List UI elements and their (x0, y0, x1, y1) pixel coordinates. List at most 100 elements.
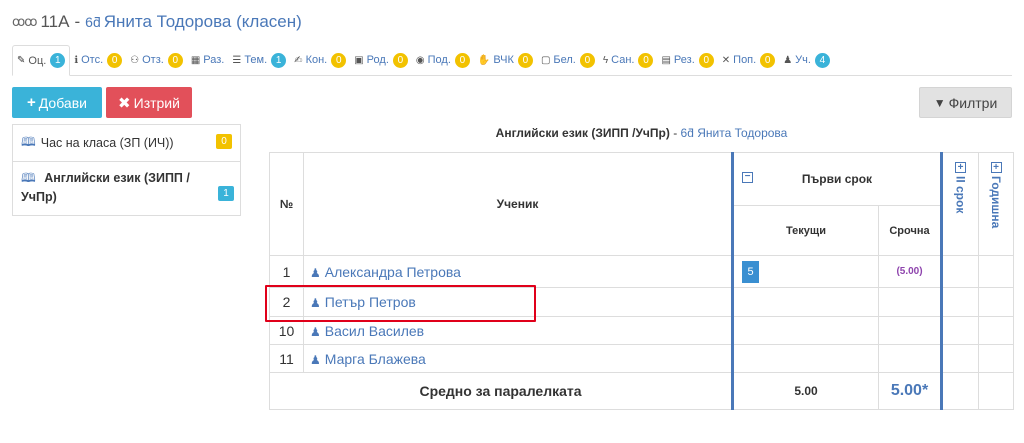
results-icon: ▤ (661, 54, 671, 66)
tab-label: Раз. (203, 54, 225, 66)
class-teacher-link[interactable]: Янита Тодорова (класен) (104, 12, 302, 32)
student-icon: ♟ (310, 265, 321, 280)
glasses-icon: 6ƌ (85, 14, 101, 30)
tab-label: Сан. (611, 54, 635, 66)
term-grade-cell[interactable] (878, 344, 942, 373)
delete-button[interactable]: ✖ Изтрий (106, 87, 192, 118)
tab-count-badge: 1 (50, 53, 66, 68)
expand-icon[interactable]: + (955, 162, 966, 173)
tab-support[interactable]: ◉ Под. 0 (412, 45, 474, 75)
grades-table: № Ученик − Първи срок + II срок + Годишн… (269, 152, 1014, 410)
tab-schedule[interactable]: ▦ Раз. (187, 45, 229, 75)
subject-item[interactable]: 🕮 Час на класа (ЗП (ИЧ)) 0 (12, 124, 241, 162)
tab-label: Оц. (28, 54, 47, 67)
tab-topics[interactable]: ☰ Тем. 1 (228, 45, 290, 75)
tab-absences[interactable]: ℹ Отс. 0 (70, 45, 126, 75)
info-circle-icon: ℹ (74, 54, 79, 66)
year-header[interactable]: + Годишна (978, 152, 1014, 256)
second-term-header[interactable]: + II срок (940, 152, 979, 256)
student-icon: ♟ (310, 352, 321, 367)
tab-grades[interactable]: ✎ Оц. 1 (12, 45, 71, 76)
tab-corrections[interactable]: ✕ Поп. 0 (718, 45, 779, 75)
second-term-label: II срок (953, 176, 968, 214)
tab-label: Поп. (733, 54, 757, 66)
current-grades-cell[interactable] (731, 344, 879, 373)
add-button[interactable]: + Добави (12, 87, 102, 118)
student-cell[interactable]: ♟ Марга Блажева (303, 344, 733, 373)
tab-count-badge: 4 (814, 52, 830, 68)
row-highlight-box (265, 285, 536, 322)
calendar-icon: ▣ (354, 54, 364, 66)
student-icon: ♟ (783, 54, 793, 66)
tab-sanctions[interactable]: ϟ Сан. 0 (599, 45, 658, 75)
tools-icon: ✕ (721, 54, 731, 66)
grade-badge[interactable]: 5 (742, 260, 759, 283)
subject-label: Час на класа (ЗП (ИЧ)) (40, 136, 174, 150)
tab-label: Рез. (673, 54, 695, 66)
class-icon: ꝏꝏ (12, 14, 38, 29)
tab-vchk[interactable]: ✋ ВЧК 0 (474, 45, 537, 75)
class-average-term: 5.00* (878, 372, 942, 410)
expand-icon[interactable]: + (990, 162, 1002, 173)
tab-label: Отз. (142, 54, 164, 66)
grades-table-title: Английски език (ЗИПП /УчПр) - 6ƌ Янита Т… (270, 126, 1013, 140)
tab-label: Кон. (305, 54, 328, 66)
second-term-cell[interactable] (940, 287, 979, 317)
glasses-icon: 6ƌ (680, 126, 694, 140)
student-name: Александра Петрова (324, 263, 461, 280)
tab-label: Уч. (795, 54, 811, 66)
student-name: Марга Блажева (324, 350, 426, 367)
tab-count-badge: 0 (698, 52, 714, 68)
subject-item-active[interactable]: 🕮 Английски език (ЗИПП / УчПр) (12, 162, 241, 216)
tab-results[interactable]: ▤ Рез. 0 (657, 45, 717, 75)
award-icon: ⚇ (130, 54, 140, 66)
tab-count-badge: 0 (760, 52, 776, 68)
handshake-icon: ✋ (477, 54, 491, 66)
tab-count-badge: 0 (454, 52, 470, 68)
tab-feedback[interactable]: ⚇ Отз. 0 (126, 45, 187, 75)
second-term-cell[interactable] (940, 344, 979, 373)
tab-parents[interactable]: ▣ Род. 0 (350, 45, 412, 75)
tab-count-badge: 0 (392, 52, 408, 68)
current-grades-cell[interactable]: 5 (731, 255, 879, 288)
tab-count-badge: 0 (579, 52, 595, 68)
collapse-icon[interactable]: − (742, 172, 753, 183)
year-cell[interactable] (978, 255, 1014, 288)
tab-students[interactable]: ♟ Уч. 4 (779, 45, 834, 75)
table-subject: Английски език (ЗИПП /УчПр) (495, 126, 670, 140)
tab-label: Отс. (81, 54, 104, 66)
tab-bar: ✎ Оц. 1 ℹ Отс. 0 ⚇ Отз. 0 ▦ Раз. ☰ Тем. … (12, 44, 1012, 76)
term-grade-cell[interactable] (878, 316, 942, 345)
edit-icon: ✍ (294, 54, 303, 66)
student-cell[interactable]: ♟ Александра Петрова (303, 255, 733, 288)
title-separator: - (673, 126, 678, 140)
row-number: 1 (269, 255, 304, 288)
year-cell[interactable] (978, 287, 1014, 317)
term-grade-cell[interactable]: (5.00) (878, 255, 942, 288)
tab-tests[interactable]: ✍ Кон. 0 (290, 45, 350, 75)
second-term-cell[interactable] (940, 316, 979, 345)
current-grades-cell[interactable] (731, 316, 879, 345)
term-grade-cell[interactable] (878, 287, 942, 317)
add-button-label: Добави (38, 94, 87, 111)
class-average-second-term (940, 372, 979, 410)
tab-label: Род. (366, 54, 389, 66)
filter-button[interactable]: ▼ Филтри (919, 87, 1012, 118)
list-icon: ☰ (232, 54, 242, 66)
page-header: ꝏꝏ 11А - 6ƌ Янита Тодорова (класен) (12, 10, 302, 34)
year-cell[interactable] (978, 316, 1014, 345)
second-term-cell[interactable] (940, 255, 979, 288)
column-header-current: Текущи (731, 205, 879, 256)
year-cell[interactable] (978, 344, 1014, 373)
tab-count-badge: 0 (331, 52, 347, 68)
eye-slash-icon: ◉ (415, 54, 425, 66)
class-average-year (978, 372, 1014, 410)
tab-label: Бел. (553, 54, 576, 66)
filter-icon: ▼ (933, 95, 946, 110)
current-grades-cell[interactable] (731, 287, 879, 317)
delete-button-label: Изтрий (133, 94, 180, 111)
tab-notes[interactable]: ▢ Бел. 0 (537, 45, 599, 75)
close-icon: ✖ (118, 94, 131, 112)
table-teacher-link[interactable]: Янита Тодорова (697, 126, 787, 140)
tab-count-badge: 0 (638, 52, 654, 68)
